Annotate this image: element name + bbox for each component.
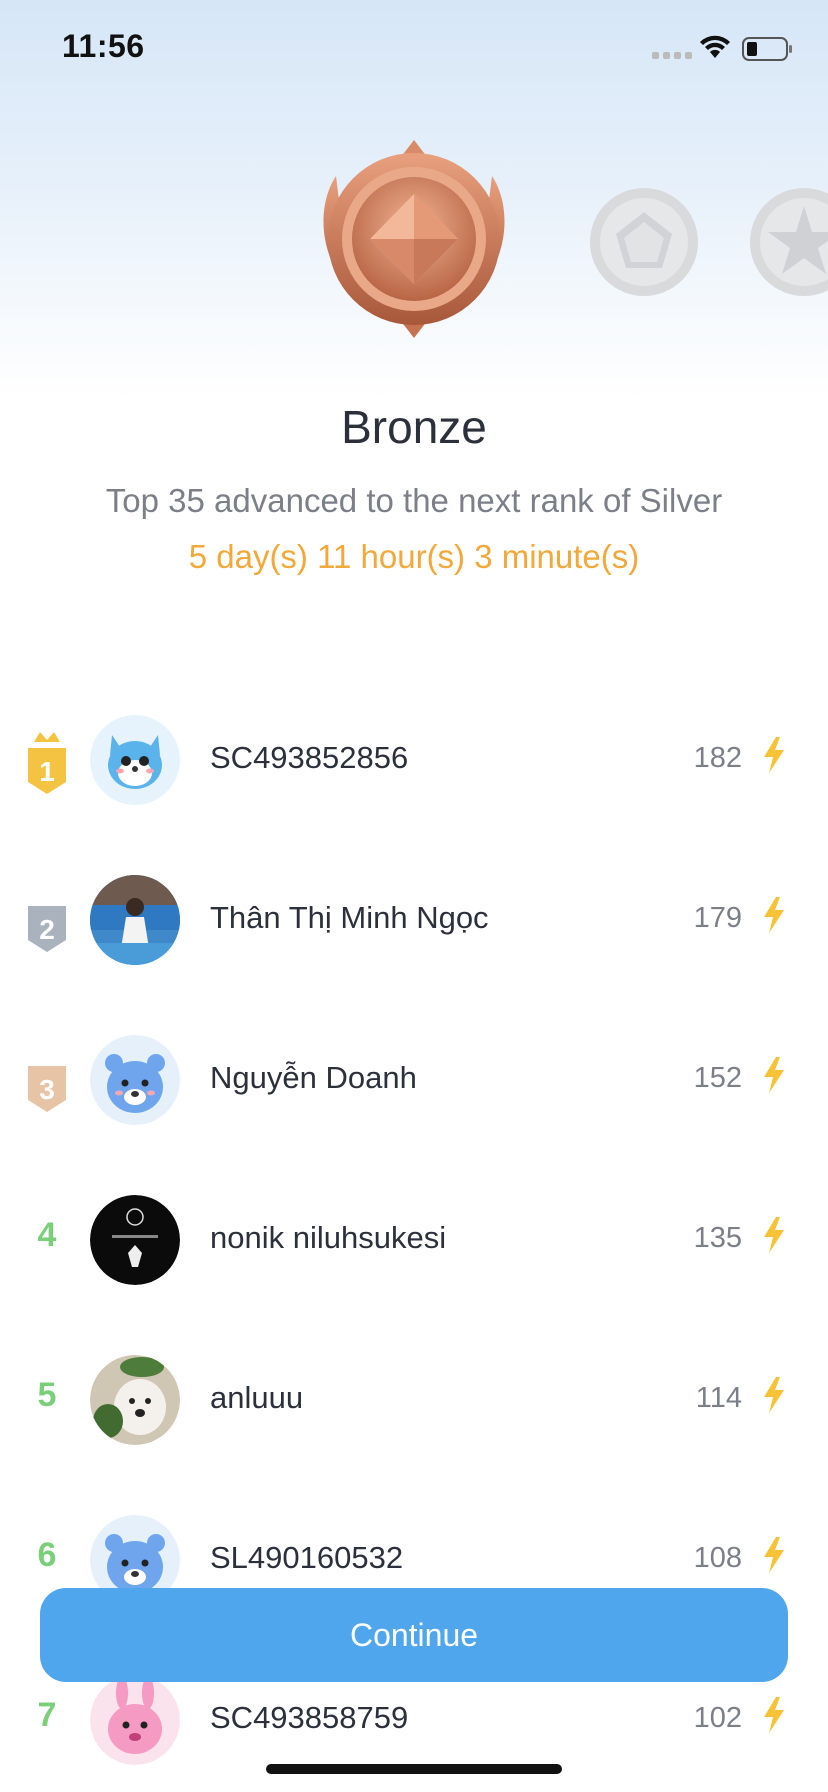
silver-badge-icon: 2 [28, 906, 66, 952]
cellular-signal-icon [652, 52, 692, 59]
leaderboard-row[interactable]: 3 Nguyễn Doanh 152 [0, 1010, 828, 1170]
rank-number: 6 [37, 1536, 57, 1574]
status-bar: 11:56 [0, 0, 828, 100]
player-name: Thân Thị Minh Ngọc [210, 900, 489, 935]
lightning-bolt-icon [764, 1537, 784, 1573]
silver-medal-icon [750, 188, 828, 296]
bronze-badge-icon: 3 [28, 1066, 66, 1112]
silver-medal-icon [590, 188, 698, 296]
svg-text:3: 3 [39, 1074, 55, 1105]
player-score: 135 [693, 1222, 742, 1254]
continue-button[interactable]: Continue [40, 1588, 788, 1682]
player-name: anluuu [210, 1380, 304, 1415]
rank-title: Bronze [341, 401, 487, 453]
leaderboard-row[interactable]: 2 Thân Thị Minh Ngọc 179 [0, 850, 828, 1010]
rank-number: 4 [37, 1216, 57, 1254]
player-score: 114 [695, 1382, 742, 1414]
wifi-icon [700, 35, 730, 58]
leaderboard-row[interactable]: 1 SC493852856 182 [0, 690, 828, 850]
lightning-bolt-icon [764, 1697, 784, 1733]
avatar [90, 875, 180, 965]
lightning-bolt-icon [764, 737, 784, 773]
avatar [90, 1035, 180, 1125]
player-score: 182 [693, 742, 742, 774]
lightning-bolt-icon [764, 897, 784, 933]
svg-text:1: 1 [39, 756, 55, 787]
player-name: Nguyễn Doanh [210, 1060, 417, 1095]
player-score: 179 [693, 902, 742, 934]
bronze-medal-icon [323, 140, 505, 338]
leaderboard-row[interactable]: 4 nonik niluhsukesi 135 [0, 1170, 828, 1330]
lightning-bolt-icon [764, 1057, 784, 1093]
status-time: 11:56 [62, 28, 145, 64]
rank-countdown: 5 day(s) 11 hour(s) 3 minute(s) [188, 538, 640, 575]
player-name: SC493852856 [210, 740, 409, 775]
player-score: 108 [693, 1542, 742, 1574]
lightning-bolt-icon [764, 1377, 784, 1413]
leaderboard-row[interactable]: 5 anluuu 114 [0, 1330, 828, 1490]
gold-crown-badge-icon: 1 [28, 732, 66, 794]
avatar [90, 1675, 180, 1765]
player-score: 152 [693, 1062, 742, 1094]
player-name: SL490160532 [210, 1540, 404, 1575]
lightning-bolt-icon [764, 1217, 784, 1253]
rank-number: 5 [37, 1376, 57, 1414]
rank-subtitle: Top 35 advanced to the next rank of Silv… [105, 482, 723, 519]
player-name: SC493858759 [210, 1700, 409, 1735]
player-score: 102 [693, 1702, 742, 1734]
avatar [90, 715, 180, 805]
battery-icon [742, 37, 792, 61]
player-name: nonik niluhsukesi [210, 1220, 447, 1255]
avatar [90, 1195, 180, 1285]
home-indicator[interactable] [266, 1764, 562, 1774]
avatar [90, 1355, 180, 1445]
svg-text:2: 2 [39, 914, 55, 945]
rank-number: 7 [37, 1696, 57, 1734]
